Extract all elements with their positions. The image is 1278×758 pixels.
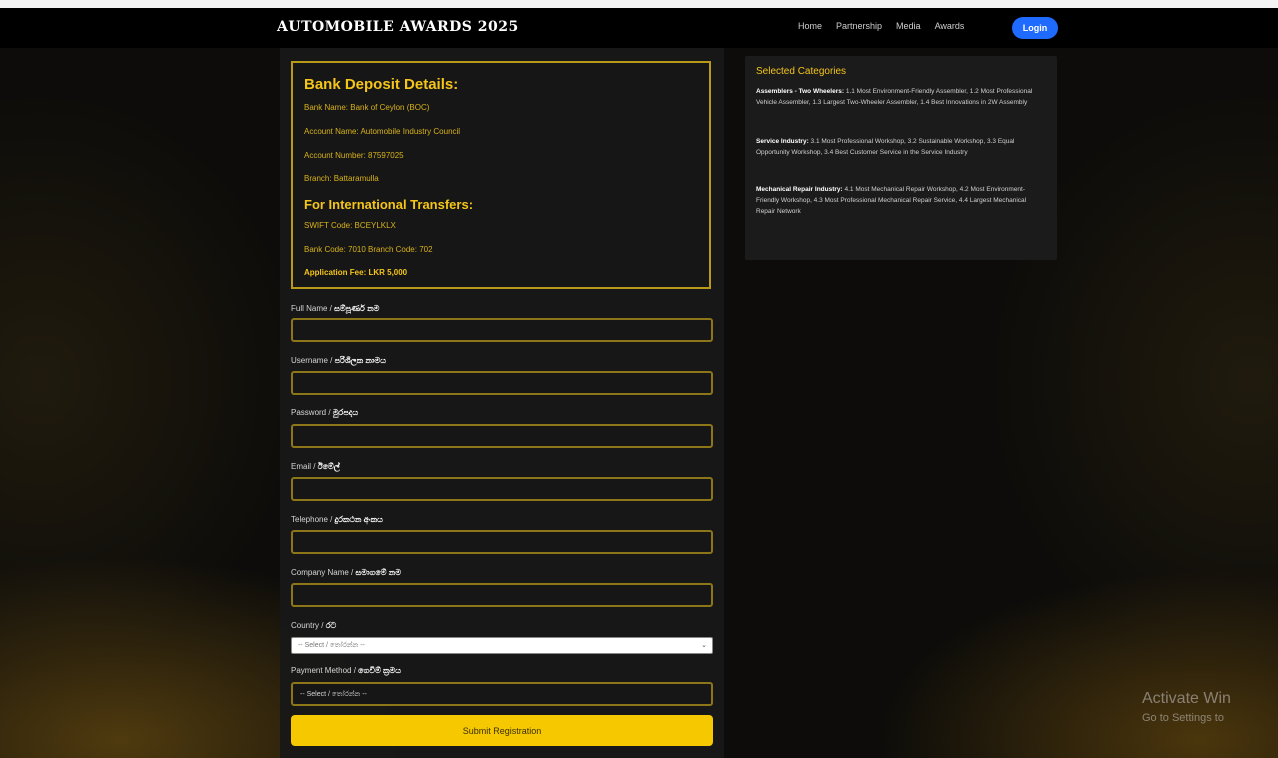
brand-title[interactable]: AUTOMOBILE AWARDS 2025 <box>277 19 519 35</box>
country-label: Country / රට <box>291 621 337 630</box>
telephone-label: Telephone / දුරකථන අංකය <box>291 515 383 524</box>
watermark-line1: Activate Win <box>1142 690 1231 707</box>
categories-title: Selected Categories <box>756 66 847 77</box>
full-name-input[interactable] <box>291 318 713 342</box>
chevron-down-icon: ⌄ <box>701 642 707 649</box>
account-number: Account Number: 87597025 <box>304 151 404 160</box>
category-service: Service Industry: 3.1 Most Professional … <box>756 138 1015 156</box>
bank-title: Bank Deposit Details: <box>304 76 459 93</box>
country-select-value: -- Select / තෝරන්න -- <box>298 642 365 649</box>
category-assemblers: Assemblers - Two Wheelers: 1.1 Most Envi… <box>756 88 1033 106</box>
password-input[interactable] <box>291 424 713 448</box>
branch: Branch: Battaramulla <box>304 174 379 183</box>
account-name: Account Name: Automobile Industry Counci… <box>304 127 461 136</box>
nav-home[interactable]: Home <box>798 21 822 31</box>
application-fee: Application Fee: LKR 5,000 <box>304 268 408 277</box>
country-select[interactable]: -- Select / තෝරන්න -- ⌄ <box>291 637 713 654</box>
bank-code: Bank Code: 7010 Branch Code: 702 <box>304 245 433 254</box>
telephone-input[interactable] <box>291 530 713 554</box>
intl-title: For International Transfers: <box>304 197 474 212</box>
selected-categories-panel: Selected Categories Assemblers - Two Whe… <box>745 56 1057 260</box>
nav-links: Home Partnership Media Awards <box>798 21 964 31</box>
swift-code: SWIFT Code: BCEYLKLX <box>304 221 396 230</box>
activate-windows-watermark: Activate Win Go to Settings to <box>1142 690 1231 724</box>
login-button[interactable]: Login <box>1012 17 1058 39</box>
payment-select[interactable]: -- Select / තෝරන්න -- <box>291 682 713 706</box>
company-input[interactable] <box>291 583 713 607</box>
password-label: Password / මුරපදය <box>291 408 359 417</box>
browser-top-strip <box>0 0 1278 8</box>
username-input[interactable] <box>291 371 713 395</box>
nav-partnership[interactable]: Partnership <box>836 21 882 31</box>
bank-name: Bank Name: Bank of Ceylon (BOC) <box>304 103 430 112</box>
email-label: Email / ඊමේල් <box>291 462 340 471</box>
bank-deposit-box: Bank Deposit Details: Bank Name: Bank of… <box>291 61 711 289</box>
email-input[interactable] <box>291 477 713 501</box>
company-label: Company Name / සමාගමේ නම <box>291 568 401 577</box>
full-name-label: Full Name / සම්පූර්ණ නම <box>291 304 380 313</box>
username-label: Username / පරිශීලක නාමය <box>291 356 387 365</box>
payment-label: Payment Method / ගෙවීම් ක්‍රමය <box>291 666 402 675</box>
nav-media[interactable]: Media <box>896 21 921 31</box>
submit-registration-button[interactable]: Submit Registration <box>291 715 713 746</box>
nav-awards[interactable]: Awards <box>935 21 965 31</box>
navbar: AUTOMOBILE AWARDS 2025 Home Partnership … <box>0 8 1278 48</box>
watermark-line2: Go to Settings to <box>1142 712 1224 724</box>
payment-select-value: -- Select / තෝරන්න -- <box>300 691 367 698</box>
category-mechanical: Mechanical Repair Industry: 4.1 Most Mec… <box>756 186 1027 215</box>
